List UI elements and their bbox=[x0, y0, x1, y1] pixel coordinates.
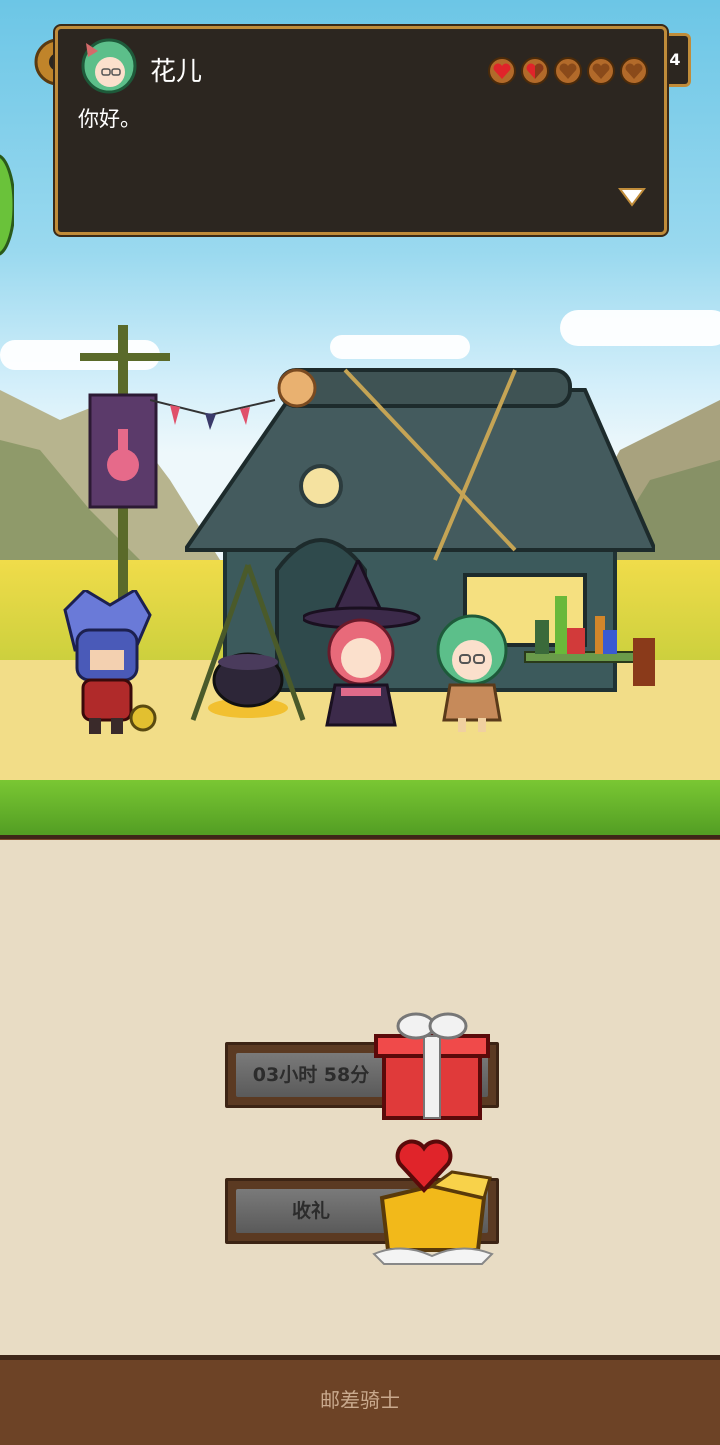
green-slime-decoration bbox=[0, 154, 14, 256]
speaker-avatar bbox=[81, 38, 137, 94]
heart-empty-icon bbox=[620, 57, 648, 85]
witch-character bbox=[303, 560, 421, 727]
heart-empty-icon bbox=[587, 57, 615, 85]
potion-table bbox=[524, 596, 655, 686]
hana-character bbox=[436, 614, 508, 732]
red-gift-box-icon[interactable] bbox=[372, 1008, 492, 1126]
claim-gift-label: 收礼 bbox=[291, 1200, 330, 1222]
front-grass bbox=[0, 780, 720, 840]
potion-banner bbox=[80, 325, 170, 625]
game-title: 邮差骑士 bbox=[320, 1388, 400, 1412]
heart-box-icon[interactable] bbox=[372, 1138, 494, 1266]
heart-empty-icon bbox=[554, 57, 582, 85]
dialog-text: 你好。 bbox=[78, 107, 141, 131]
triangle-down-icon[interactable] bbox=[618, 187, 646, 207]
speaker-name: 花儿 bbox=[150, 57, 203, 87]
gift-panel bbox=[0, 910, 720, 1360]
heart-partial-icon bbox=[521, 57, 549, 85]
gift-timer-text: 03小时 58分 bbox=[252, 1064, 370, 1086]
knight-character bbox=[63, 590, 157, 734]
heart-full-icon bbox=[488, 57, 516, 85]
cauldron bbox=[190, 564, 306, 721]
dialog-box[interactable]: 花儿 你好。 bbox=[55, 26, 667, 235]
dirt-ledge bbox=[0, 835, 720, 840]
affection-hearts bbox=[488, 57, 648, 85]
